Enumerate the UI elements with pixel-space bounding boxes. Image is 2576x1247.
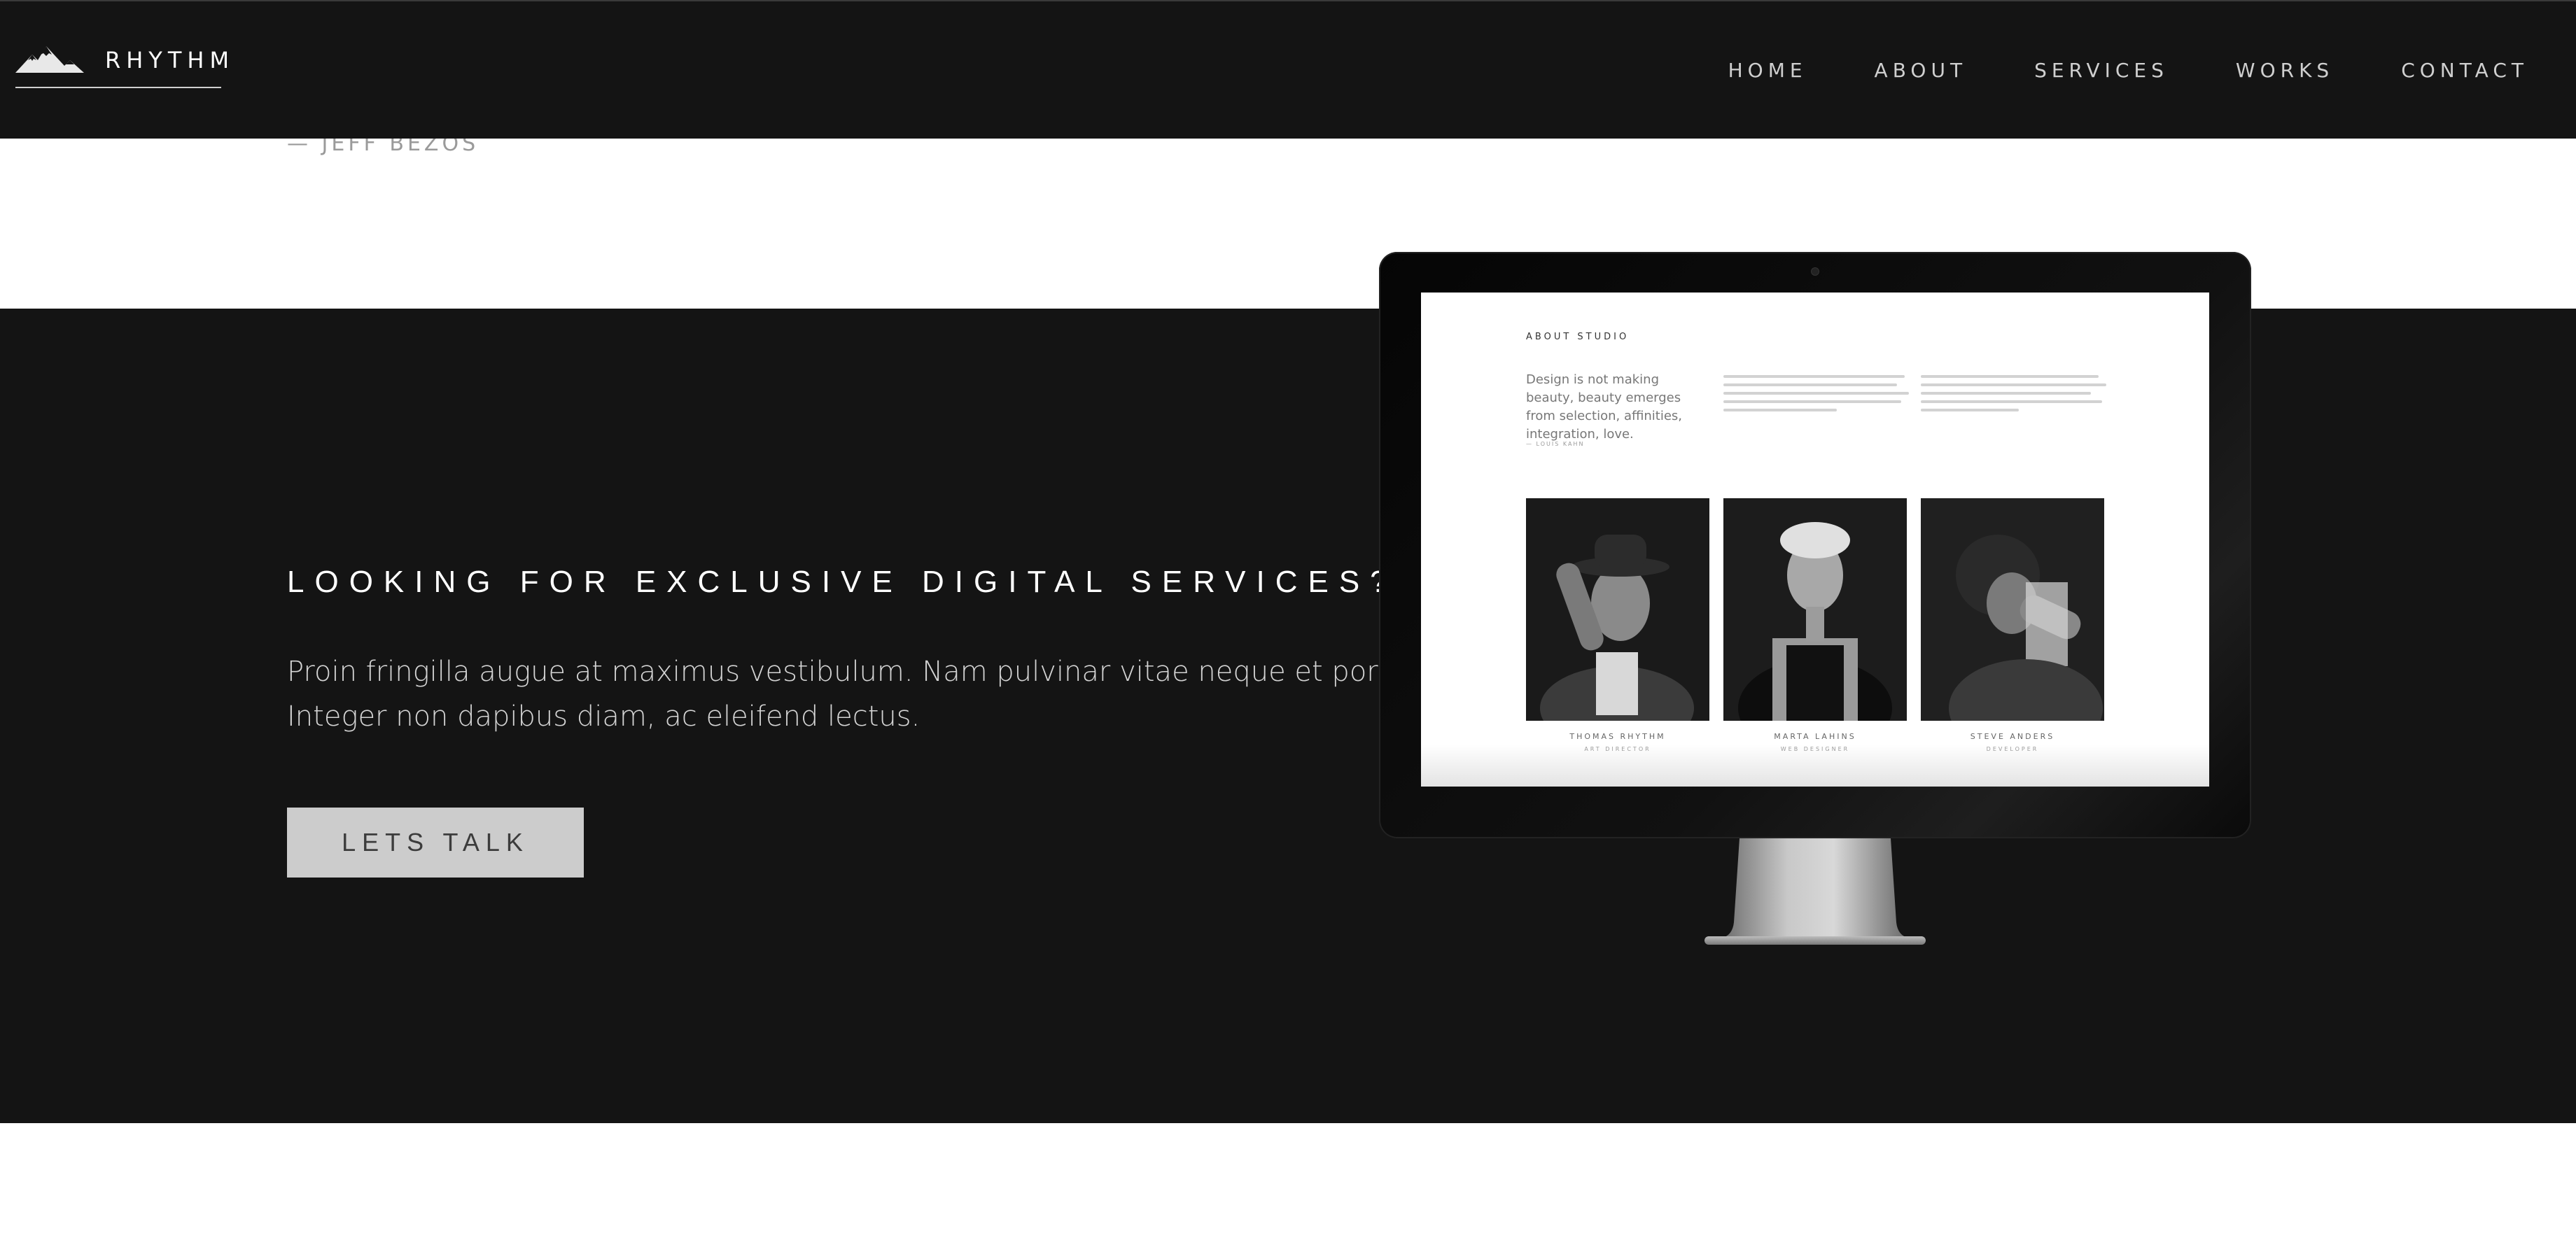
brand-logo-link[interactable]: RHYTHM: [15, 43, 229, 90]
mockup-quote-author: — LOUIS KAHN: [1526, 441, 1585, 447]
monitor-mockup-image: ABOUT STUDIO Design is not making beauty…: [1379, 252, 2251, 948]
camera-icon: [1811, 267, 1819, 276]
team-photo: [1921, 498, 2104, 721]
nav-item-about[interactable]: ABOUT: [1875, 59, 1968, 83]
nav-item-contact[interactable]: CONTACT: [2401, 59, 2528, 83]
portrait-man-pose-icon: [1921, 498, 2104, 721]
mockup-quote: Design is not making beauty, beauty emer…: [1526, 372, 1683, 442]
cta-body-text: Proin fringilla augue at maximus vestibu…: [287, 649, 1454, 739]
team-photo: [1723, 498, 1907, 721]
portrait-man-hat-icon: [1526, 498, 1709, 721]
screen-shade: [1421, 745, 2209, 787]
monitor-bezel: ABOUT STUDIO Design is not making beauty…: [1379, 252, 2251, 838]
team-member-name: MARTA LAHINS: [1774, 732, 1856, 741]
top-navbar: RHYTHM HOME ABOUT SERVICES WORKS CONTACT: [0, 0, 2576, 139]
monitor-stand: [1704, 838, 1926, 945]
portrait-woman-icon: [1723, 498, 1907, 721]
monitor-screen: ABOUT STUDIO Design is not making beauty…: [1421, 293, 2209, 787]
brand-underline: [15, 87, 221, 88]
nav-item-services[interactable]: SERVICES: [2034, 59, 2169, 83]
cta-headline: LOOKING FOR EXCLUSIVE DIGITAL SERVICES?: [287, 565, 1398, 599]
nav-item-home[interactable]: HOME: [1728, 59, 1807, 83]
lets-talk-button[interactable]: LETS TALK: [287, 808, 584, 878]
team-photo: [1526, 498, 1709, 721]
cta-body-line: Proin fringilla augue at maximus vestibu…: [287, 656, 1454, 688]
mountain-logo-icon: [15, 46, 84, 73]
team-member-name: STEVE ANDERS: [1970, 732, 2055, 741]
mockup-lorem-column: [1723, 375, 1912, 417]
nav-item-works[interactable]: WORKS: [2236, 59, 2334, 83]
cta-body-line: Integer non dapibus diam, ac eleifend le…: [287, 700, 920, 733]
mockup-section-title: ABOUT STUDIO: [1526, 332, 1630, 342]
mockup-lorem-column: [1921, 375, 2110, 417]
team-member-name: THOMAS RHYTHM: [1569, 732, 1666, 741]
brand-name: RHYTHM: [105, 47, 235, 73]
main-nav: HOME ABOUT SERVICES WORKS CONTACT: [1661, 59, 2528, 83]
